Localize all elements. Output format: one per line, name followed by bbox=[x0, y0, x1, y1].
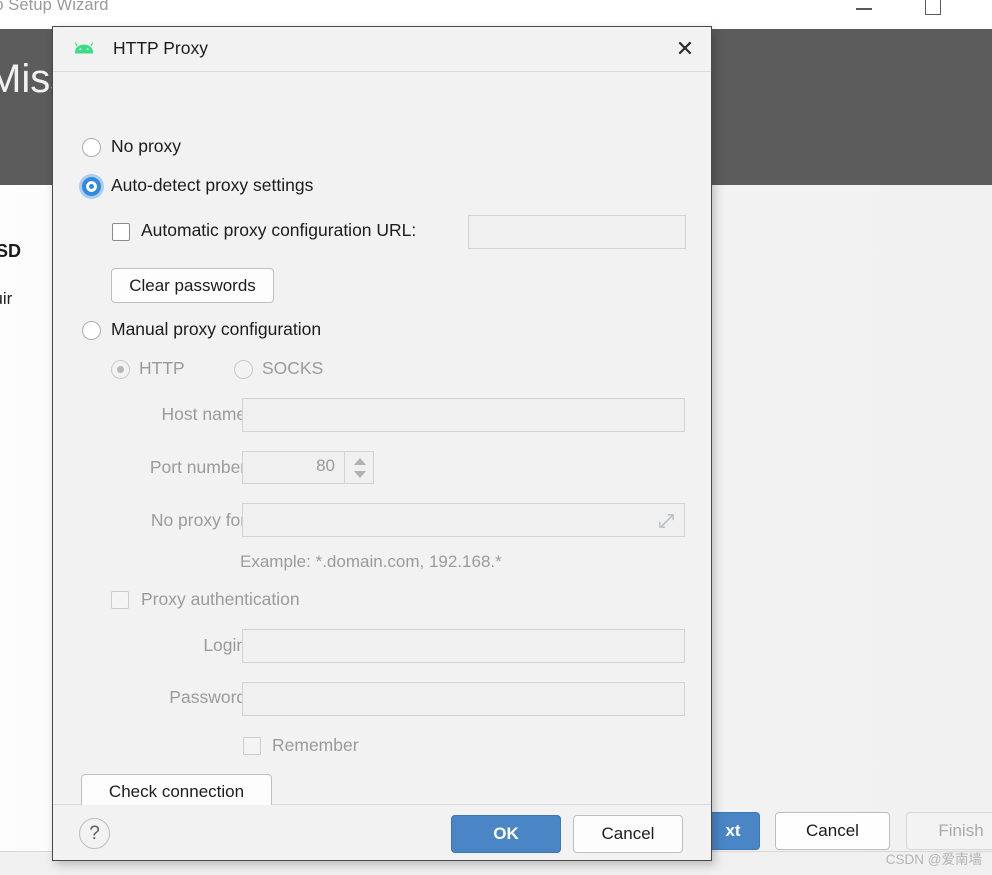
background-cancel-button[interactable]: Cancel bbox=[775, 812, 890, 850]
dialog-content: No proxy Auto-detect proxy settings Auto… bbox=[53, 72, 711, 810]
chevron-down-icon bbox=[354, 471, 366, 478]
login-label: Login: bbox=[203, 635, 251, 655]
maximize-icon[interactable] bbox=[913, 0, 959, 21]
close-icon[interactable]: ✕ bbox=[671, 36, 699, 64]
radio-manual-proxy[interactable] bbox=[82, 321, 101, 340]
password-label: Password: bbox=[169, 687, 251, 707]
password-input bbox=[242, 682, 685, 716]
host-name-label: Host name: bbox=[161, 404, 251, 424]
no-proxy-for-label: No proxy for: bbox=[150, 510, 251, 530]
http-proxy-dialog: HTTP Proxy ✕ No proxy Auto-detect proxy … bbox=[52, 26, 712, 861]
watermark: CSDN @爱南墙 bbox=[885, 852, 982, 867]
expand-icon bbox=[657, 511, 676, 530]
checkbox-proxy-authentication bbox=[111, 591, 129, 609]
radio-http bbox=[111, 360, 130, 379]
help-icon[interactable]: ? bbox=[79, 818, 110, 849]
background-heading: oid SD bbox=[0, 241, 21, 261]
radio-no-proxy[interactable] bbox=[82, 138, 101, 157]
dialog-title: HTTP Proxy bbox=[113, 38, 208, 58]
background-subtext: ntinuir bbox=[0, 289, 13, 308]
checkbox-pac-url-label: Automatic proxy configuration URL: bbox=[141, 220, 417, 240]
radio-auto-detect-label: Auto-detect proxy settings bbox=[111, 175, 314, 195]
checkbox-remember-label: Remember bbox=[272, 735, 359, 755]
login-input bbox=[242, 629, 685, 663]
chevron-up-icon bbox=[354, 458, 366, 465]
background-window-titlebar: udio Setup Wizard bbox=[0, 0, 992, 29]
checkbox-remember bbox=[243, 737, 261, 755]
dialog-footer: ? OK Cancel bbox=[53, 805, 711, 860]
port-number-value: 80 bbox=[316, 456, 335, 475]
pac-url-input[interactable] bbox=[468, 215, 686, 249]
radio-auto-detect[interactable] bbox=[79, 174, 104, 199]
dialog-cancel-button[interactable]: Cancel bbox=[573, 815, 683, 853]
clear-passwords-button[interactable]: Clear passwords bbox=[111, 268, 274, 303]
port-number-stepper: 80 bbox=[242, 451, 374, 484]
no-proxy-for-input bbox=[242, 503, 685, 537]
screen: udio Setup Wizard Miss oid SD ntinuir xt… bbox=[0, 0, 992, 875]
radio-http-label: HTTP bbox=[139, 358, 185, 378]
background-finish-button: Finish bbox=[906, 812, 992, 850]
port-number-spinner-arrows bbox=[344, 452, 373, 484]
radio-socks-label: SOCKS bbox=[262, 358, 324, 378]
no-proxy-example-hint: Example: *.domain.com, 192.168.* bbox=[240, 552, 502, 571]
host-name-input bbox=[242, 398, 685, 432]
dialog-titlebar: HTTP Proxy ✕ bbox=[53, 27, 711, 72]
port-number-label: Port number: bbox=[149, 457, 251, 477]
checkbox-proxy-authentication-label: Proxy authentication bbox=[141, 589, 300, 609]
android-icon bbox=[73, 40, 95, 58]
minimize-icon[interactable] bbox=[845, 0, 891, 21]
checkbox-pac-url[interactable] bbox=[112, 223, 130, 241]
ok-button[interactable]: OK bbox=[451, 815, 561, 853]
radio-manual-proxy-label: Manual proxy configuration bbox=[111, 319, 322, 339]
radio-no-proxy-label: No proxy bbox=[111, 136, 182, 156]
radio-socks bbox=[234, 360, 253, 379]
background-window-title: udio Setup Wizard bbox=[0, 0, 109, 14]
